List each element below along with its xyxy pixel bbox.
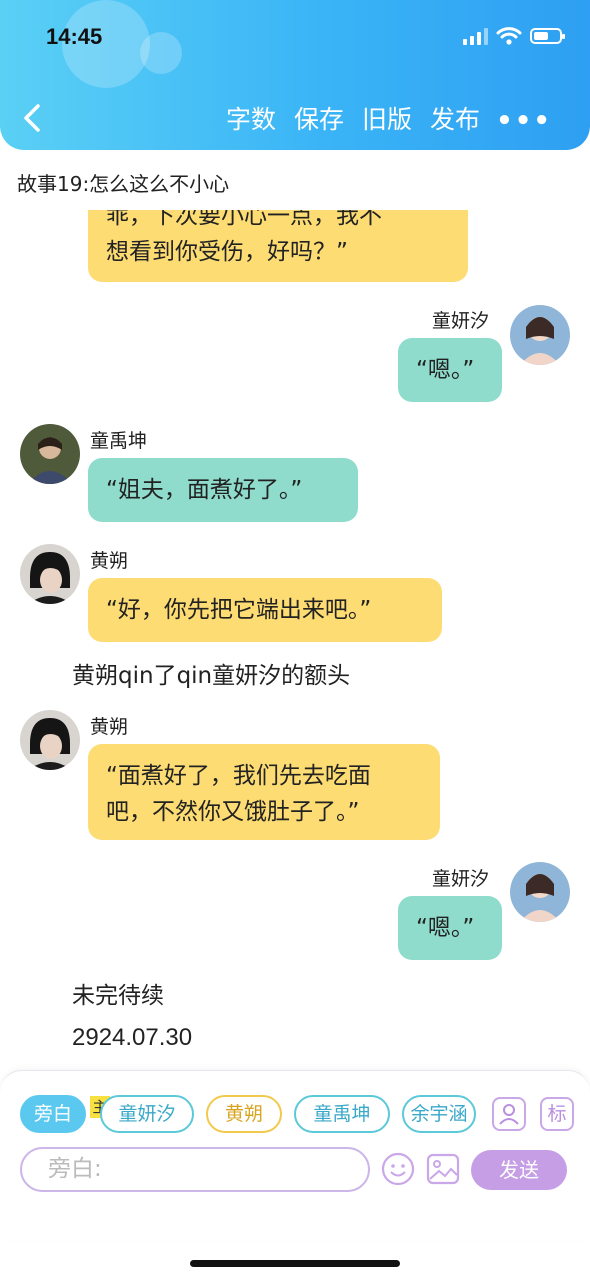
- role-chip-tongyanxi[interactable]: 童妍汐: [100, 1095, 194, 1133]
- decor-circle: [140, 32, 182, 74]
- message-line: 想看到你受伤，好吗？”: [106, 239, 348, 265]
- message-text: “嗯。”: [416, 915, 475, 941]
- speaker-name: 童妍汐: [432, 310, 490, 332]
- back-arrow-icon[interactable]: [18, 100, 48, 136]
- narration-text[interactable]: 黄朔qin了qin童妍汐的额头: [72, 656, 350, 690]
- role-chip-huangshuo[interactable]: 黄朔: [206, 1095, 282, 1133]
- publish-button[interactable]: 发布: [430, 100, 480, 136]
- message-line: 吧，不然你又饿肚子了。”: [106, 799, 360, 825]
- speaker-name: 黄朔: [90, 716, 129, 738]
- character-manage-icon[interactable]: [492, 1097, 526, 1131]
- narration-text[interactable]: 未完待续: [72, 976, 164, 1010]
- message-bubble[interactable]: “好，你先把它端出来吧。”: [88, 578, 442, 642]
- app-header: 14:45 字数 保存 旧版 发布 •••: [0, 0, 590, 150]
- save-button[interactable]: 保存: [294, 100, 344, 136]
- signal-icon: [463, 27, 488, 45]
- header-toolbar: 字数 保存 旧版 发布: [226, 100, 480, 136]
- message-input[interactable]: 旁白:: [20, 1147, 370, 1192]
- more-menu-button[interactable]: •••: [496, 106, 552, 136]
- story-title: 故事19:怎么这么不小心: [17, 172, 230, 196]
- speaker-name: 黄朔: [90, 550, 129, 572]
- message-bubble[interactable]: 乖，下次要小心一点，我不 想看到你受伤，好吗？”: [88, 210, 468, 282]
- message-line: 乖，下次要小心一点，我不: [106, 210, 382, 229]
- role-chip-tongyukun[interactable]: 童禹坤: [294, 1095, 390, 1133]
- avatar[interactable]: [20, 710, 80, 770]
- tag-button[interactable]: 标: [540, 1097, 574, 1131]
- avatar[interactable]: [20, 544, 80, 604]
- narration-text[interactable]: 2924.07.30: [72, 1024, 192, 1052]
- word-count-button[interactable]: 字数: [226, 100, 276, 136]
- avatar[interactable]: [510, 862, 570, 922]
- message-bubble[interactable]: “姐夫，面煮好了。”: [88, 458, 358, 522]
- chat-area[interactable]: 乖，下次要小心一点，我不 想看到你受伤，好吗？” 童妍汐 “嗯。” 童禹坤 “姐…: [0, 210, 590, 1070]
- wifi-icon: [496, 27, 522, 45]
- role-chip-yuyuhan[interactable]: 余宇涵: [402, 1095, 476, 1133]
- message-line: “面煮好了，我们先去吃面: [106, 763, 371, 789]
- person-icon: [499, 1104, 519, 1125]
- status-time: 14:45: [46, 24, 103, 49]
- avatar[interactable]: [20, 424, 80, 484]
- message-text: “好，你先把它端出来吧。”: [106, 597, 372, 623]
- emoji-icon[interactable]: [380, 1151, 416, 1187]
- speaker-name: 童禹坤: [90, 430, 148, 452]
- send-button[interactable]: 发送: [471, 1150, 567, 1190]
- message-text: “嗯。”: [416, 357, 475, 383]
- speaker-name: 童妍汐: [432, 868, 490, 890]
- battery-icon: [530, 28, 565, 44]
- role-chip-narrator[interactable]: 旁白: [20, 1095, 86, 1133]
- message-bubble[interactable]: “嗯。”: [398, 896, 502, 960]
- message-bubble[interactable]: “嗯。”: [398, 338, 502, 402]
- old-version-button[interactable]: 旧版: [362, 100, 412, 136]
- image-icon[interactable]: [426, 1153, 460, 1185]
- message-text: “姐夫，面煮好了。”: [106, 477, 303, 503]
- home-indicator: [190, 1260, 400, 1267]
- status-icons: [463, 26, 565, 46]
- avatar[interactable]: [510, 305, 570, 365]
- message-bubble[interactable]: “面煮好了，我们先去吃面 吧，不然你又饿肚子了。”: [88, 744, 440, 840]
